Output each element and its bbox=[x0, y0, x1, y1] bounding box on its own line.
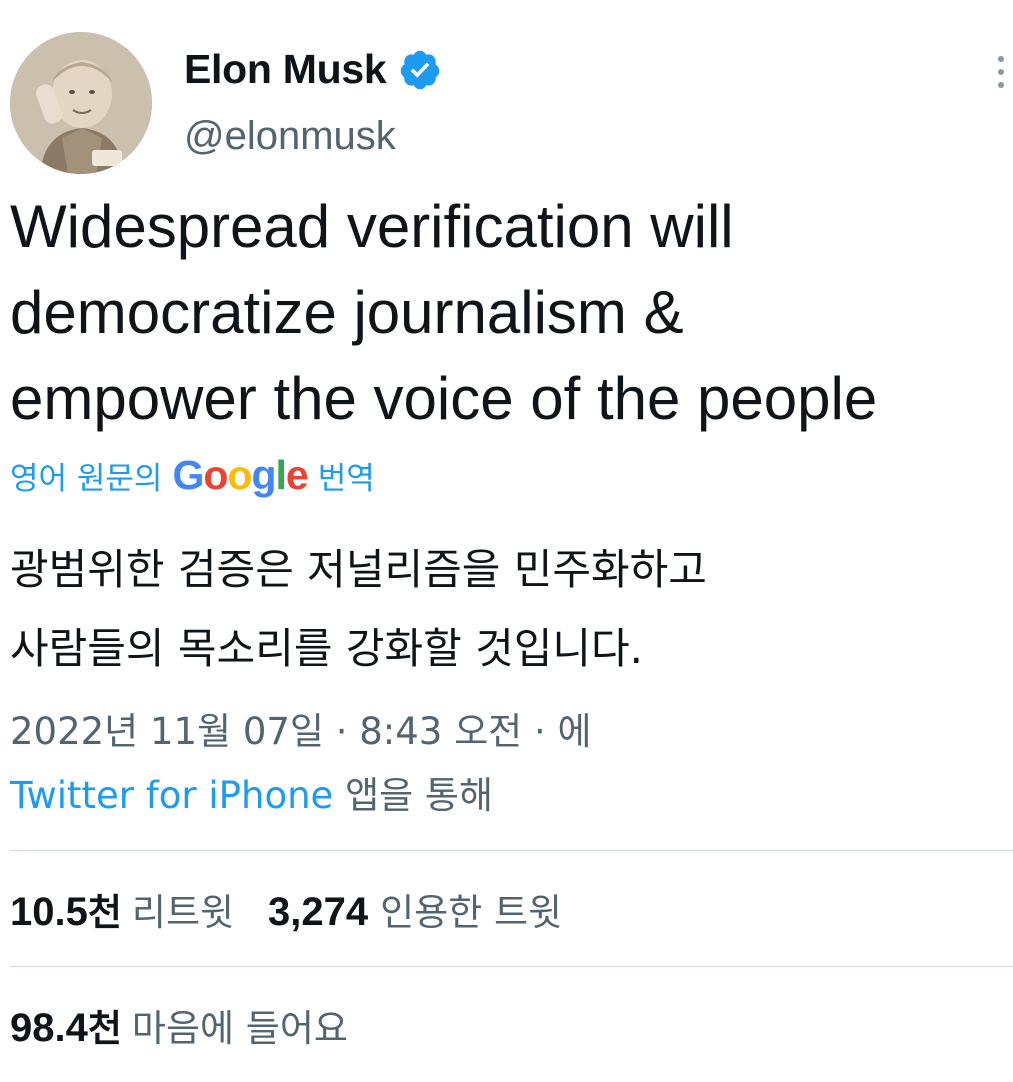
translated-text-line: 광범위한 검증은 저널리즘을 민주화하고 bbox=[10, 545, 707, 594]
author-name-row[interactable]: Elon Musk bbox=[184, 46, 442, 93]
translation-suffix: 번역 bbox=[317, 461, 375, 497]
translation-link[interactable]: 영어 원문의 Google 번역 bbox=[10, 452, 375, 499]
author-name[interactable]: Elon Musk bbox=[184, 46, 387, 93]
retweets-unit: 천 bbox=[87, 891, 122, 934]
retweets-count: 10.5 bbox=[10, 890, 88, 934]
stats-row-retweets: 10.5천 리트윗 3,274 인용한 트윗 bbox=[10, 882, 562, 936]
avatar-photo bbox=[10, 32, 152, 174]
verified-badge-icon bbox=[398, 48, 442, 92]
translated-text: 광범위한 검증은 저널리즘을 민주화하고 사람들의 목소리를 강화할 것입니다. bbox=[10, 530, 1005, 688]
avatar[interactable] bbox=[10, 32, 152, 174]
likes-label: 마음에 들어요 bbox=[131, 1007, 348, 1050]
retweets-stat[interactable]: 10.5천 리트윗 bbox=[10, 882, 234, 936]
source-suffix: 앱을 통해 bbox=[345, 774, 493, 817]
google-logo: Google bbox=[172, 452, 308, 498]
likes-count: 98.4 bbox=[10, 1006, 88, 1050]
translation-prefix: 영어 원문의 bbox=[10, 461, 163, 497]
likes-unit: 천 bbox=[87, 1007, 122, 1050]
likes-stat[interactable]: 98.4천 마음에 들어요 bbox=[10, 998, 348, 1052]
quotes-label: 인용한 트윗 bbox=[380, 891, 563, 934]
tweet-text: Widespread verification will democratize… bbox=[10, 184, 1005, 442]
timestamp[interactable]: 2022년 11월 07일 · 8:43 오전 · 에 bbox=[10, 700, 1005, 764]
divider bbox=[10, 966, 1013, 967]
quotes-stat[interactable]: 3,274 인용한 트윗 bbox=[268, 882, 562, 936]
quotes-count: 3,274 bbox=[268, 890, 369, 934]
translated-text-line: 사람들의 목소리를 강화할 것입니다. bbox=[10, 624, 644, 673]
tweet-text-line: democratize journalism & bbox=[10, 279, 684, 346]
more-options-icon[interactable] bbox=[994, 56, 1008, 96]
tweet-text-line: Widespread verification will bbox=[10, 193, 734, 260]
source-link[interactable]: Twitter for iPhone bbox=[10, 774, 333, 817]
tweet-meta: 2022년 11월 07일 · 8:43 오전 · 에 Twitter for … bbox=[10, 700, 1005, 828]
retweets-label: 리트윗 bbox=[131, 891, 235, 934]
divider bbox=[10, 850, 1013, 851]
author-handle[interactable]: @elonmusk bbox=[184, 114, 396, 159]
tweet-text-line: empower the voice of the people bbox=[10, 365, 878, 432]
stats-row-likes: 98.4천 마음에 들어요 bbox=[10, 998, 348, 1052]
